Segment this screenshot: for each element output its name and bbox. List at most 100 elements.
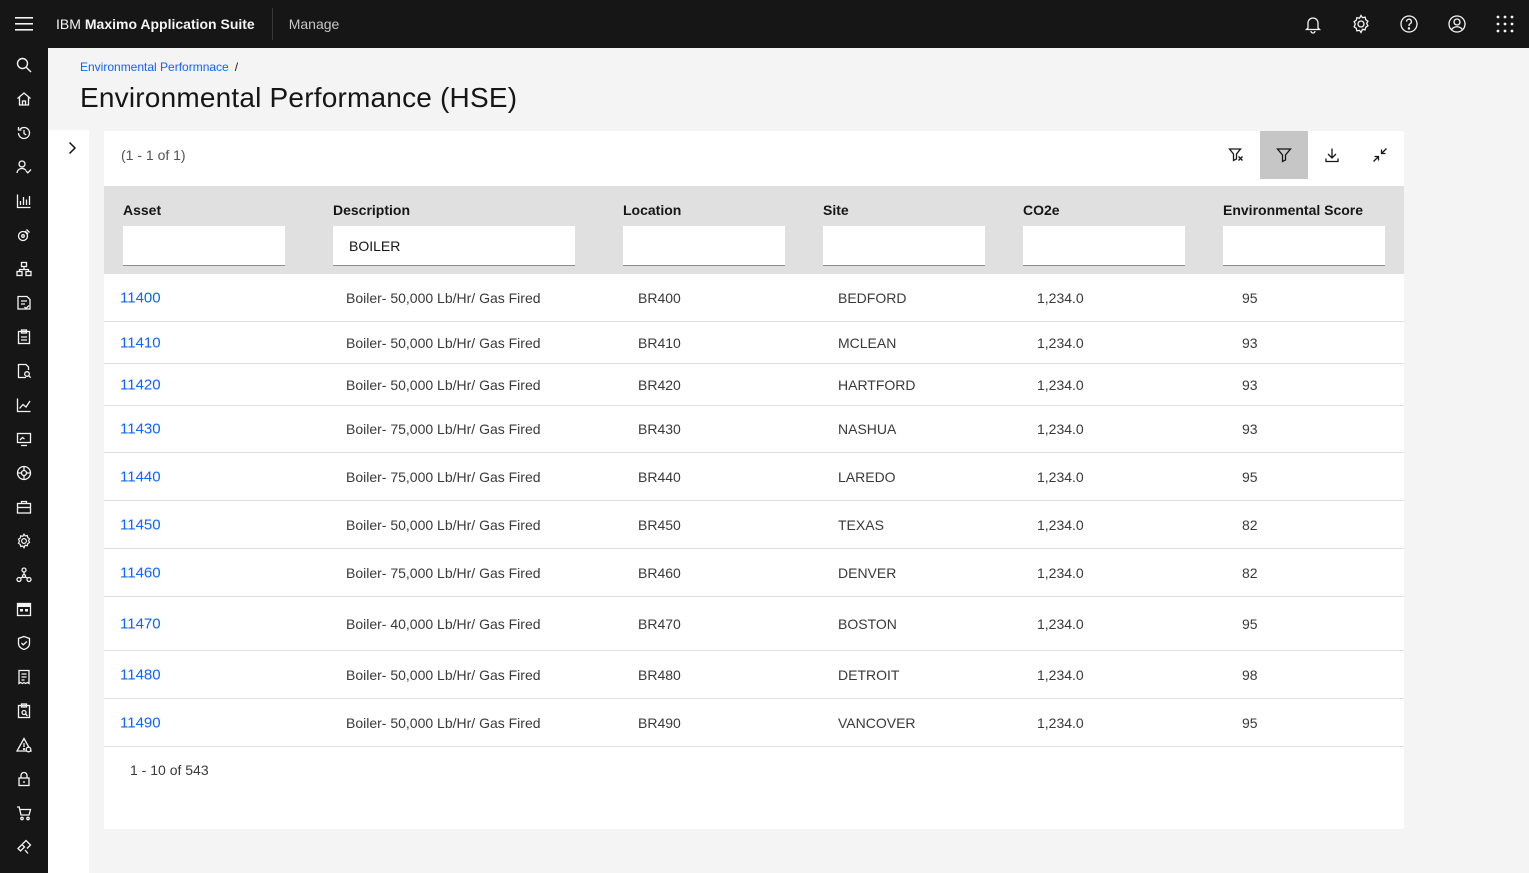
score-cell: 95: [1242, 615, 1258, 632]
site-cell: BEDFORD: [838, 289, 907, 306]
clipboard-icon[interactable]: [0, 320, 48, 354]
site-filter-input[interactable]: [823, 226, 985, 266]
column-header-co2e[interactable]: CO2e: [1023, 202, 1060, 218]
co2e-cell: 1,234.0: [1037, 289, 1084, 306]
expand-panel-button[interactable]: [58, 136, 86, 160]
asset-link[interactable]: 11450: [120, 516, 161, 533]
page-title: Environmental Performance (HSE): [80, 82, 518, 113]
globe-icon[interactable]: [0, 456, 48, 490]
environmental-score-filter-input[interactable]: [1223, 226, 1385, 266]
location-cell: BR440: [638, 468, 681, 485]
column-header-site[interactable]: Site: [823, 202, 849, 218]
recent-icon[interactable]: [0, 116, 48, 150]
site-cell: VANCOVER: [838, 714, 916, 731]
gear-icon[interactable]: [0, 524, 48, 558]
user-check-icon[interactable]: [0, 150, 48, 184]
co2e-filter-input[interactable]: [1023, 226, 1185, 266]
table-row: 11410 Boiler- 50,000 Lb/Hr/ Gas Fired BR…: [104, 322, 1404, 364]
tools-icon[interactable]: [0, 830, 48, 864]
app-switcher-icon[interactable]: [1481, 0, 1529, 48]
location-cell: BR460: [638, 564, 681, 581]
asset-link[interactable]: 11400: [120, 289, 161, 306]
cart-icon[interactable]: [0, 796, 48, 830]
site-cell: LAREDO: [838, 468, 896, 485]
co2e-cell: 1,234.0: [1037, 714, 1084, 731]
location-filter-input[interactable]: [623, 226, 785, 266]
lock-icon[interactable]: [0, 762, 48, 796]
site-cell: HARTFORD: [838, 376, 916, 393]
document-search-icon[interactable]: [0, 354, 48, 388]
breadcrumb: Environmental Performnace /: [80, 60, 238, 74]
network-icon[interactable]: [0, 252, 48, 286]
asset-link[interactable]: 11430: [120, 421, 161, 438]
score-cell: 95: [1242, 468, 1258, 485]
header-actions: [1289, 0, 1529, 48]
download-button[interactable]: [1308, 131, 1356, 179]
score-cell: 82: [1242, 516, 1258, 533]
warning-icon[interactable]: [0, 728, 48, 762]
chevron-right-icon: [68, 141, 77, 155]
chart-line-icon[interactable]: [0, 388, 48, 422]
column-header-location[interactable]: Location: [623, 202, 681, 218]
help-icon[interactable]: [1385, 0, 1433, 48]
table-row: 11490 Boiler- 50,000 Lb/Hr/ Gas Fired BR…: [104, 699, 1404, 747]
breadcrumb-separator: /: [234, 60, 239, 74]
score-cell: 93: [1242, 334, 1258, 351]
clear-filter-button[interactable]: [1212, 131, 1260, 179]
data-check-icon[interactable]: [0, 286, 48, 320]
report-icon[interactable]: [0, 694, 48, 728]
user-icon[interactable]: [1433, 0, 1481, 48]
download-icon: [1325, 148, 1339, 163]
table-row: 11450 Boiler- 50,000 Lb/Hr/ Gas Fired BR…: [104, 501, 1404, 549]
description-cell: Boiler- 75,000 Lb/Hr/ Gas Fired: [346, 564, 541, 581]
breadcrumb-link[interactable]: Environmental Performnace: [80, 60, 229, 74]
asset-filter-input[interactable]: [123, 226, 285, 266]
description-cell: Boiler- 75,000 Lb/Hr/ Gas Fired: [346, 421, 541, 437]
asset-link[interactable]: 11480: [120, 666, 161, 683]
hierarchy-icon[interactable]: [0, 558, 48, 592]
receipt-icon[interactable]: [0, 660, 48, 694]
satellite-icon[interactable]: [0, 218, 48, 252]
site-cell: BOSTON: [838, 615, 897, 632]
monitor-icon[interactable]: [0, 422, 48, 456]
settings-icon[interactable]: [1337, 0, 1385, 48]
product-name[interactable]: IBM Maximo Application Suite: [48, 0, 272, 48]
column-header-environmental-score[interactable]: Environmental Score: [1223, 202, 1363, 218]
co2e-cell: 1,234.0: [1037, 376, 1084, 393]
chart-bar-icon[interactable]: [0, 184, 48, 218]
score-cell: 93: [1242, 421, 1258, 437]
menu-icon[interactable]: [0, 0, 48, 48]
score-cell: 93: [1242, 376, 1258, 393]
description-filter-input[interactable]: [333, 226, 575, 266]
clear-filter-icon: [1228, 148, 1243, 162]
asset-link[interactable]: 11470: [120, 615, 161, 632]
calendar-icon[interactable]: [0, 592, 48, 626]
column-header-description[interactable]: Description: [333, 202, 410, 218]
filter-button[interactable]: [1260, 131, 1308, 179]
notification-icon[interactable]: [1289, 0, 1337, 48]
asset-link[interactable]: 11460: [120, 564, 161, 581]
description-cell: Boiler- 75,000 Lb/Hr/ Gas Fired: [346, 468, 541, 485]
briefcase-icon[interactable]: [0, 490, 48, 524]
asset-link[interactable]: 11410: [120, 334, 161, 351]
brand-prefix: IBM: [56, 16, 81, 32]
minimize-button[interactable]: [1356, 131, 1404, 179]
asset-link[interactable]: 11490: [120, 714, 161, 731]
table-row: 11470 Boiler- 40,000 Lb/Hr/ Gas Fired BR…: [104, 597, 1404, 651]
asset-link[interactable]: 11440: [120, 468, 161, 485]
search-icon[interactable]: [0, 48, 48, 82]
co2e-cell: 1,234.0: [1037, 666, 1084, 683]
column-header-asset[interactable]: Asset: [123, 202, 161, 218]
co2e-cell: 1,234.0: [1037, 564, 1084, 581]
location-cell: BR470: [638, 615, 681, 632]
location-cell: BR430: [638, 421, 681, 437]
table-body: 11400 Boiler- 50,000 Lb/Hr/ Gas Fired BR…: [104, 274, 1404, 747]
description-cell: Boiler- 50,000 Lb/Hr/ Gas Fired: [346, 334, 541, 351]
asset-link[interactable]: 11420: [120, 376, 161, 393]
score-cell: 82: [1242, 564, 1258, 581]
home-icon[interactable]: [0, 82, 48, 116]
pagination-label: 1 - 10 of 543: [130, 762, 209, 778]
location-cell: BR450: [638, 516, 681, 533]
co2e-cell: 1,234.0: [1037, 421, 1084, 437]
shield-icon[interactable]: [0, 626, 48, 660]
